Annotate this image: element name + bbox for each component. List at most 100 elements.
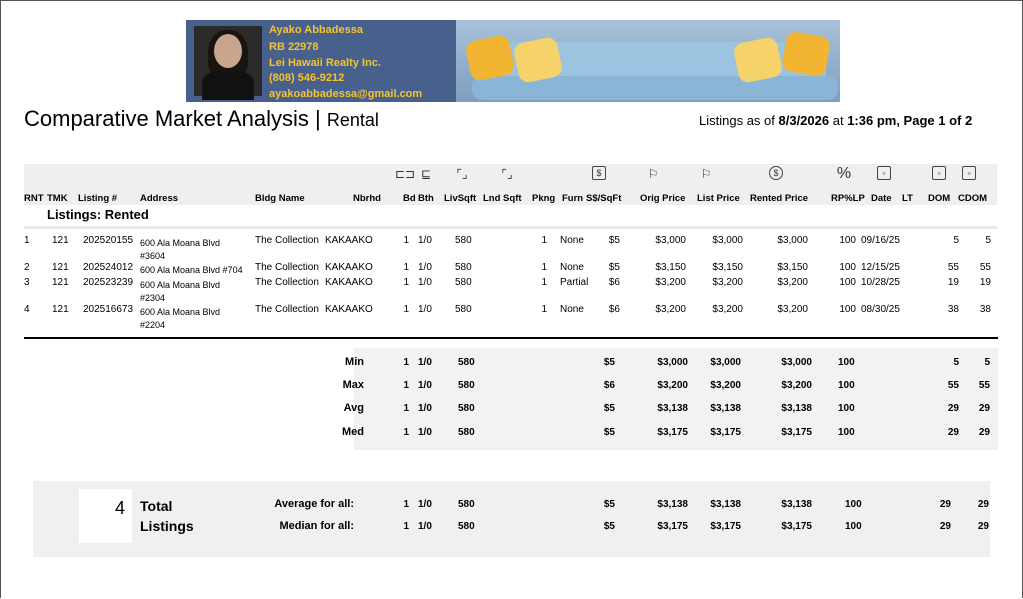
dollar-circle-icon: $ — [769, 166, 783, 180]
as-of-at: at — [832, 113, 844, 128]
total-stat-label: Median for all: — [279, 520, 354, 532]
cell-tmk: 121 — [52, 235, 69, 246]
cell-pkng: 1 — [541, 262, 547, 273]
col-lt: LT — [902, 193, 913, 204]
col-lndsqft: Lnd Sqft — [483, 193, 522, 204]
cell-dom: 55 — [947, 262, 959, 273]
col-listing: Listing # — [78, 193, 118, 204]
cell-ssqft: $5 — [608, 262, 620, 273]
total-list: $3,138 — [710, 499, 741, 510]
area-icon: ⌜⌟ — [456, 167, 468, 181]
agent-license: RB 22978 — [269, 41, 319, 53]
stat-list: $3,138 — [710, 403, 741, 414]
section-title: Listings: Rented — [47, 207, 149, 222]
stat-bd: 1 — [403, 403, 409, 414]
stat-bth: 1/0 — [418, 403, 432, 414]
stat-dom: 29 — [947, 427, 959, 438]
stat-cdom: 5 — [984, 357, 990, 368]
address-line2: #2204 — [140, 320, 166, 330]
cell-bth: 1/0 — [418, 277, 432, 288]
cell-address: 600 Ala Moana Blvd #2304 — [140, 279, 248, 305]
total-orig: $3,175 — [657, 521, 688, 532]
cell-tmk: 121 — [52, 262, 69, 273]
stat-list: $3,175 — [710, 427, 741, 438]
cell-cdom: 5 — [985, 235, 991, 246]
col-orig: Orig Price — [640, 193, 686, 204]
table-divider — [24, 337, 998, 339]
cell-bd: 1 — [403, 262, 409, 273]
col-rplp: RP%LP — [831, 193, 865, 204]
stat-cdom: 29 — [978, 403, 990, 414]
stat-livsqft: 580 — [458, 403, 475, 414]
cell-furn: Partial — [560, 277, 589, 288]
total-bth: 1/0 — [418, 521, 432, 532]
stat-bth: 1/0 — [418, 357, 432, 368]
total-ssqft: $5 — [603, 499, 615, 510]
cell-rnt: 1 — [24, 235, 30, 246]
cell-cdom: 55 — [979, 262, 991, 273]
cell-list: $3,200 — [712, 277, 743, 288]
cell-pkng: 1 — [541, 304, 547, 315]
cell-rplp: 100 — [839, 304, 856, 315]
report-subtitle: Rental — [326, 110, 379, 130]
title-separator: | — [315, 106, 321, 131]
cell-livsqft: 580 — [455, 304, 472, 315]
col-furn: Furn — [562, 193, 584, 204]
cell-bldg: The Collection — [255, 235, 319, 246]
stat-orig: $3,138 — [657, 403, 688, 414]
cell-bth: 1/0 — [418, 235, 432, 246]
cell-dom: 19 — [947, 277, 959, 288]
stat-ssqft: $5 — [603, 357, 615, 368]
stat-rented: $3,000 — [781, 357, 812, 368]
col-tmk: TMK — [47, 193, 68, 204]
agent-email: ayakoabbadessa@gmail.com — [269, 88, 423, 100]
cell-furn: None — [560, 304, 584, 315]
stat-label: Min — [345, 356, 364, 368]
agent-banner: Ayako Abbadessa RB 22978 Lei Hawaii Real… — [186, 20, 840, 102]
stat-rplp: 100 — [838, 427, 855, 438]
cell-address: 600 Ala Moana Blvd #2204 — [140, 306, 248, 332]
address-line1: 600 Ala Moana Blvd — [140, 238, 221, 248]
col-bth: Bth — [418, 193, 434, 204]
cell-rnt: 4 — [24, 304, 30, 315]
cell-date: 08/30/25 — [861, 304, 900, 315]
cell-date: 10/28/25 — [861, 277, 900, 288]
calendar-icon: ▫ — [962, 166, 976, 180]
cell-rented: $3,000 — [777, 235, 808, 246]
stat-livsqft: 580 — [458, 380, 475, 391]
cell-bd: 1 — [403, 277, 409, 288]
cell-ssqft: $6 — [608, 304, 620, 315]
cell-bldg: The Collection — [255, 277, 319, 288]
total-livsqft: 580 — [458, 521, 475, 532]
stat-dom: 5 — [953, 357, 959, 368]
pillow-decoration — [780, 30, 832, 78]
total-livsqft: 580 — [458, 499, 475, 510]
address-line1: 600 Ala Moana Blvd #704 — [140, 265, 243, 275]
agent-photo — [194, 26, 262, 100]
stat-bth: 1/0 — [418, 380, 432, 391]
address-line1: 600 Ala Moana Blvd — [140, 280, 221, 290]
total-dom: 29 — [939, 499, 951, 510]
col-nbrhd: Nbrhd — [353, 193, 381, 204]
col-rnt: RNT — [24, 193, 44, 204]
cell-address: 600 Ala Moana Blvd #704 — [140, 264, 260, 277]
total-rented: $3,175 — [781, 521, 812, 532]
cell-rplp: 100 — [839, 277, 856, 288]
col-bldg: Bldg Name — [255, 193, 305, 204]
total-orig: $3,138 — [657, 499, 688, 510]
stat-rented: $3,175 — [781, 427, 812, 438]
agent-name: Ayako Abbadessa — [269, 24, 363, 36]
cell-nbrhd: KAKAAKO — [325, 277, 373, 288]
cell-pkng: 1 — [541, 235, 547, 246]
cell-list: $3,000 — [712, 235, 743, 246]
dollar-doc-icon: $ — [592, 166, 606, 180]
cell-bth: 1/0 — [418, 304, 432, 315]
stat-dom: 29 — [947, 403, 959, 414]
stat-bd: 1 — [403, 427, 409, 438]
stat-livsqft: 580 — [458, 357, 475, 368]
percent-icon: % — [836, 165, 852, 182]
col-cdom: CDOM — [958, 193, 988, 204]
total-rplp: 100 — [845, 521, 862, 532]
agent-company: Lei Hawaii Realty Inc. — [269, 57, 381, 69]
cell-nbrhd: KAKAAKO — [325, 304, 373, 315]
